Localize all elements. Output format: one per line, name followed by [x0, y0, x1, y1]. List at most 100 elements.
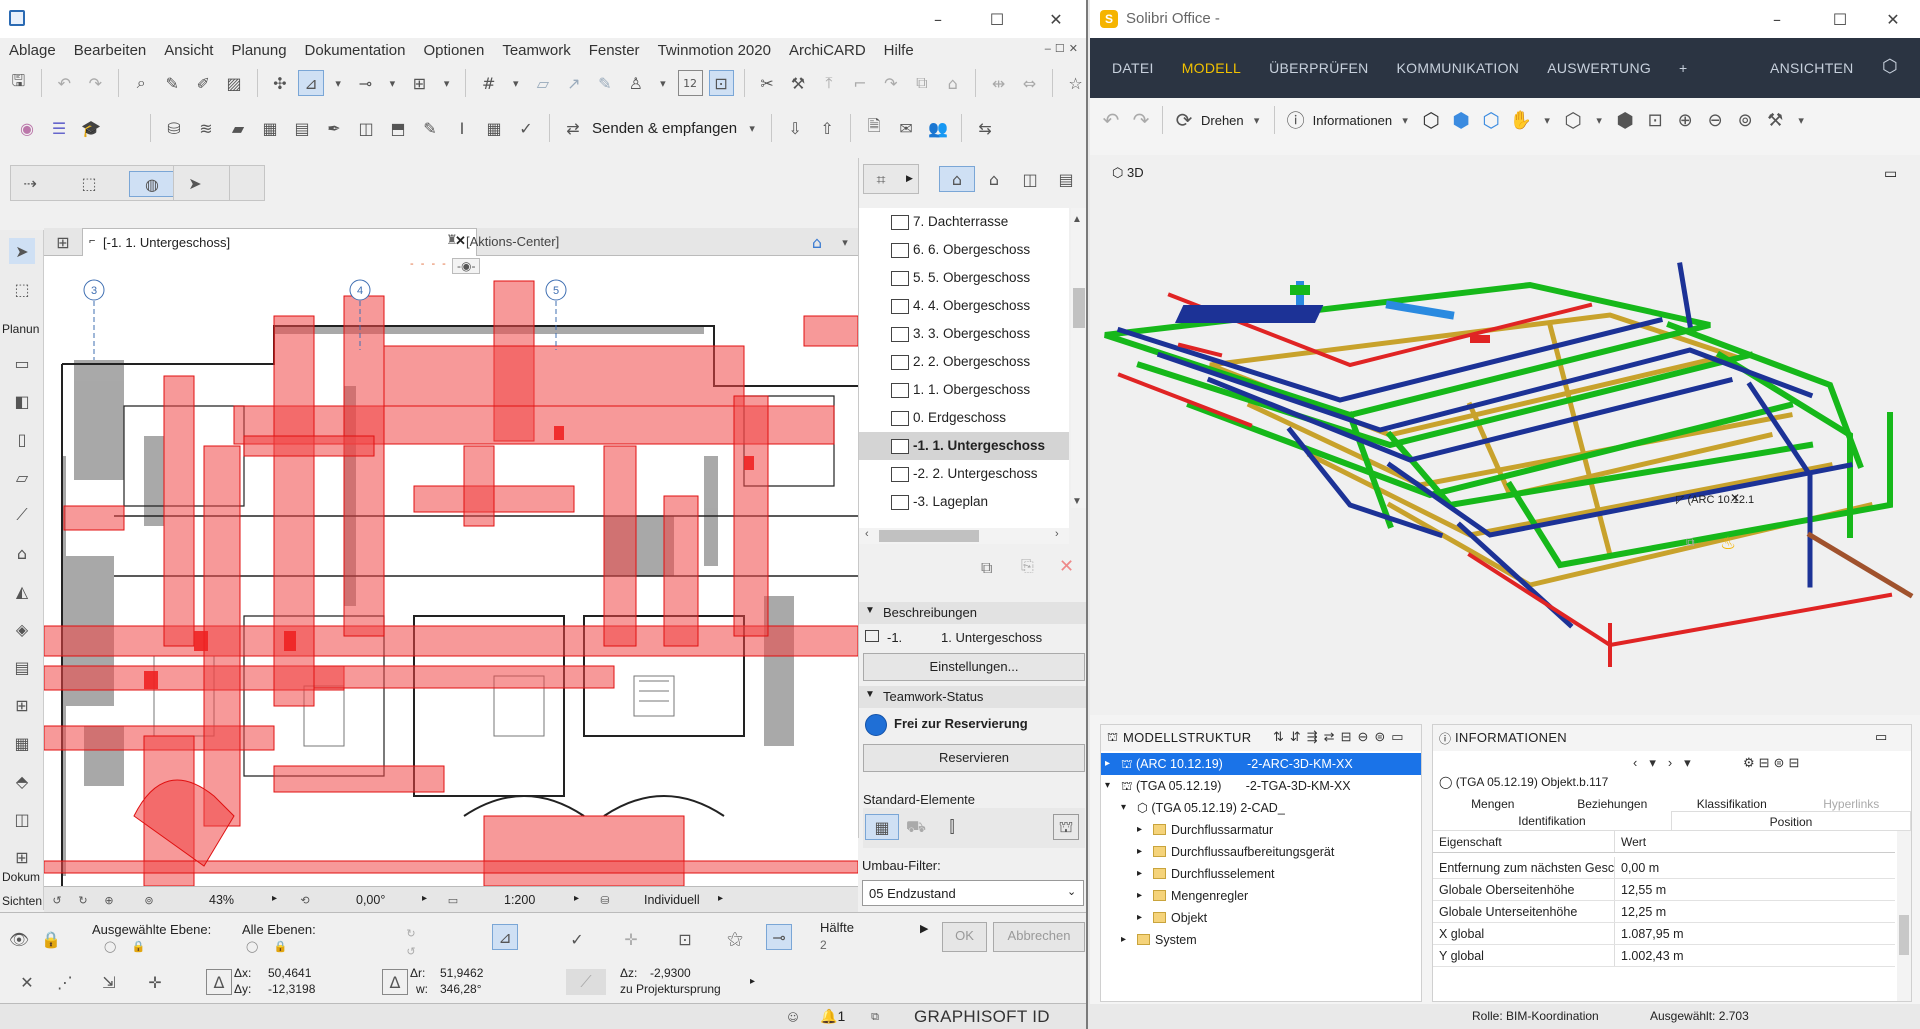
- story-item[interactable]: 4. 4. Obergeschoss: [859, 292, 1069, 320]
- edit-icon[interactable]: ✎: [417, 115, 443, 141]
- send-icon[interactable]: ⇧: [814, 115, 840, 141]
- view-setting[interactable]: Individuell: [644, 893, 700, 907]
- redo-icon[interactable]: ↷: [83, 70, 108, 96]
- brush-icon[interactable]: ✎: [592, 70, 617, 96]
- scale-value[interactable]: 1:200: [504, 893, 535, 907]
- redo-zoom-icon[interactable]: ↻: [74, 891, 92, 909]
- property-row[interactable]: X global 1.087,95 m: [1433, 923, 1895, 945]
- chevron-down-icon[interactable]: ▾: [743, 119, 761, 137]
- structure-icon[interactable]: ⛁: [161, 115, 187, 141]
- clone-icon[interactable]: ⎘: [1021, 558, 1034, 576]
- column-tool-icon[interactable]: ▯: [9, 426, 35, 452]
- chevron-down-icon[interactable]: ▾: [1121, 797, 1126, 819]
- rotate-label[interactable]: Drehen: [1201, 113, 1244, 128]
- menu-item[interactable]: ArchiCARD: [780, 38, 875, 64]
- chevron-down-icon[interactable]: ▾: [1538, 111, 1556, 129]
- boxes-icon[interactable]: ⬡: [1418, 107, 1444, 133]
- tree-row[interactable]: ▾ ⛫ (TGA 05.12.19) -2-TGA-3D-KM-XX: [1101, 775, 1421, 797]
- maximize-panel-icon[interactable]: ▭: [1875, 729, 1887, 745]
- radio-icon[interactable]: ◯: [1439, 775, 1456, 789]
- number-12-icon[interactable]: 12: [677, 70, 703, 96]
- close-icon[interactable]: ✕: [1043, 6, 1069, 32]
- demolished-elements-icon[interactable]: ⛟: [903, 814, 929, 840]
- inject-icon[interactable]: ✐: [191, 70, 216, 96]
- eye-visibility-icon[interactable]: -◉-: [452, 258, 481, 274]
- publisher-icon[interactable]: ▤: [1053, 166, 1079, 192]
- eyedropper-icon[interactable]: ✎: [160, 70, 185, 96]
- find-select-icon[interactable]: ⌕: [129, 70, 154, 96]
- existing-elements-icon[interactable]: ▦: [865, 814, 899, 840]
- dz-value[interactable]: -2,9300: [650, 966, 691, 980]
- delete-icon[interactable]: ✕: [1059, 556, 1074, 577]
- send-receive-button[interactable]: Senden & empfangen: [592, 120, 737, 137]
- special-snap-icon[interactable]: ⊸: [766, 924, 792, 950]
- beschreibungen-header[interactable]: ▼ Beschreibungen: [859, 602, 1086, 624]
- curve-icon[interactable]: ↷: [878, 70, 903, 96]
- cursor-icon[interactable]: ↗: [561, 70, 586, 96]
- chevron-down-icon[interactable]: ▾: [384, 74, 401, 92]
- nav-ansichten[interactable]: ANSICHTEN: [1770, 35, 1854, 101]
- nav-item[interactable]: ÜBERPRÜFEN: [1255, 35, 1382, 101]
- dr-value[interactable]: 51,9462: [440, 966, 483, 980]
- elevate-icon[interactable]: ⤒: [816, 70, 841, 96]
- menu-item[interactable]: Bearbeiten: [65, 38, 156, 64]
- orientation-angle[interactable]: 0,00°: [356, 893, 385, 907]
- marquee-tool-icon[interactable]: ⬚: [9, 276, 35, 302]
- story-item[interactable]: -2. 2. Untergeschoss: [859, 460, 1069, 488]
- door-leaf-tool-icon[interactable]: ◫: [9, 806, 35, 832]
- check-tick-icon[interactable]: ✓: [564, 926, 590, 952]
- story-item[interactable]: 1. 1. Obergeschoss: [859, 376, 1069, 404]
- door-tool-icon[interactable]: ◧: [9, 388, 35, 414]
- pointer-tool-icon[interactable]: ➤: [9, 238, 35, 264]
- close-icon[interactable]: ✕: [1880, 6, 1906, 32]
- story-item[interactable]: 6. 6. Obergeschoss: [859, 236, 1069, 264]
- save-icon[interactable]: 🖫: [6, 70, 31, 96]
- tree-row[interactable]: ▸ ⛫ (ARC 10.12.19) -2-ARC-3D-KM-XX: [1101, 753, 1421, 775]
- tree-row[interactable]: ▸ Durchflusselement: [1101, 863, 1421, 885]
- half-value[interactable]: 2: [820, 938, 827, 952]
- redo-icon[interactable]: ↷: [1128, 107, 1154, 133]
- report-icon[interactable]: 🗎: [861, 115, 887, 141]
- table-icon[interactable]: ▦: [481, 115, 507, 141]
- info-nav-icons[interactable]: ‹▾›▾: [1633, 755, 1703, 771]
- chevron-down-icon[interactable]: ▾: [1590, 111, 1608, 129]
- chevron-right-icon[interactable]: ▸: [1137, 863, 1142, 885]
- messages-icon[interactable]: ✉: [893, 115, 919, 141]
- fit-window-icon[interactable]: ⊡: [708, 70, 734, 96]
- cube-icon[interactable]: ⬡: [1560, 107, 1586, 133]
- shell-tool-icon[interactable]: ◭: [9, 578, 35, 604]
- spotlight-icon[interactable]: ♨: [1720, 533, 1736, 554]
- chevron-right-icon[interactable]: ▸: [1121, 929, 1126, 951]
- info-tab[interactable]: Identifikation: [1433, 811, 1671, 830]
- menu-item[interactable]: Twinmotion 2020: [649, 38, 780, 64]
- info-tab[interactable]: Position: [1671, 811, 1911, 830]
- info-scrollbar[interactable]: [1897, 831, 1911, 1001]
- col-value[interactable]: Wert: [1615, 831, 1646, 852]
- navigator-mode-button[interactable]: ⌗ ▶: [863, 164, 919, 194]
- tree-row[interactable]: ▾ ⬡ (TGA 05.12.19) 2-CAD_: [1101, 797, 1421, 819]
- chevron-right-icon[interactable]: ▸: [1137, 885, 1142, 907]
- mdi-controls[interactable]: –☐✕: [1045, 42, 1082, 55]
- views-icon[interactable]: ⬡: [1882, 56, 1898, 77]
- cross-snap-icon[interactable]: ✛: [618, 926, 644, 952]
- story-scrollbar[interactable]: ▲ ▼: [1071, 208, 1086, 508]
- undo-info-icon[interactable]: ↺: [402, 942, 420, 960]
- users-icon[interactable]: 👥: [925, 115, 951, 141]
- grid-coord-icon[interactable]: ⋰: [52, 969, 78, 995]
- renovation-icon[interactable]: ⬒: [385, 115, 411, 141]
- scale-icon[interactable]: ▭: [444, 891, 462, 909]
- story-item[interactable]: -3. Lageplan: [859, 488, 1069, 516]
- zoom-level[interactable]: 43%: [209, 893, 234, 907]
- tree-row[interactable]: ▸ Mengenregler: [1101, 885, 1421, 907]
- chevron-down-icon[interactable]: ▾: [507, 74, 524, 92]
- maximize-panel-icon[interactable]: ▭: [1884, 165, 1897, 182]
- nav-item[interactable]: AUSWERTUNG: [1533, 35, 1665, 101]
- menu-item[interactable]: Ablage: [0, 38, 65, 64]
- new-elements-icon[interactable]: ⫿: [939, 814, 965, 840]
- umbau-filter-select[interactable]: 05 Endzustand ⌄: [862, 880, 1084, 906]
- menu-item[interactable]: Dokumentation: [296, 38, 415, 64]
- layer-visibility-icon[interactable]: 👁: [6, 926, 32, 952]
- info-tools-icons[interactable]: ⚙⊟⊜⊟: [1743, 755, 1803, 771]
- w-value[interactable]: 346,28°: [440, 982, 482, 996]
- tag-close-icon[interactable]: ✕: [1730, 491, 1740, 505]
